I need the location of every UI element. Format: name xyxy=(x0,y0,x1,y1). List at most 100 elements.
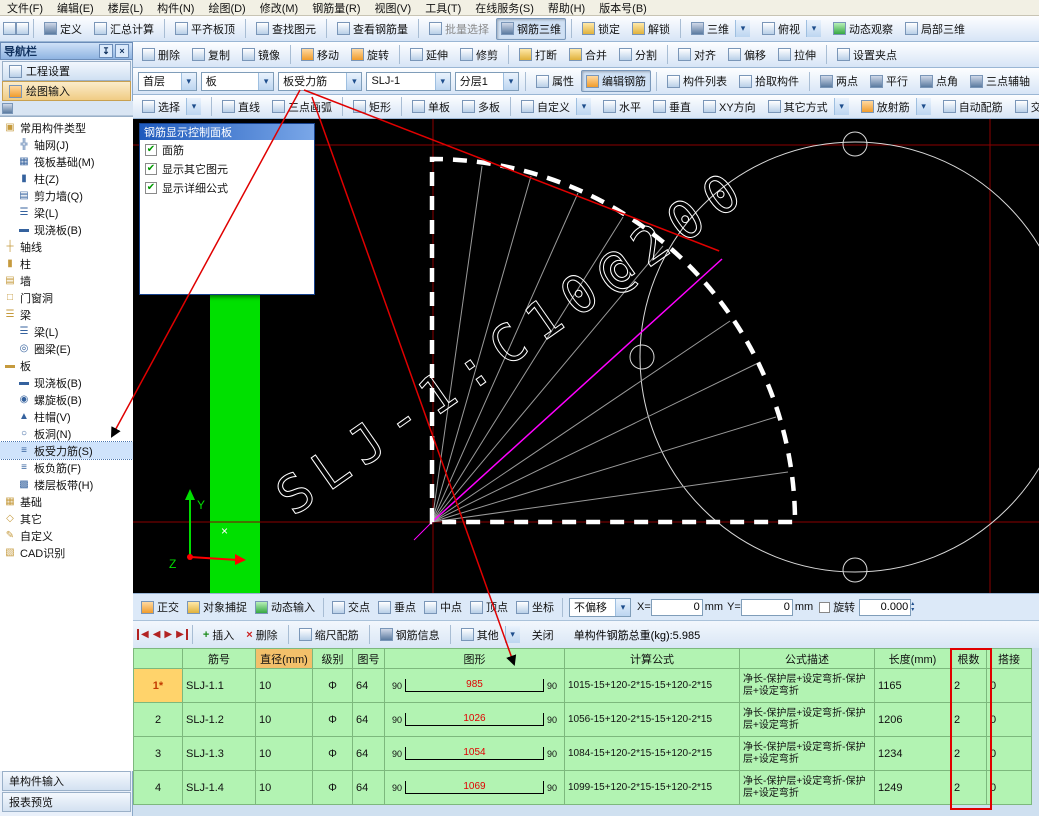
summary-calc-button[interactable]: 汇总计算 xyxy=(89,18,159,40)
rebar-id-cell[interactable]: SLJ-1.1 xyxy=(183,669,256,703)
rotate-input[interactable] xyxy=(859,599,911,616)
grade-cell[interactable]: Φ xyxy=(313,771,353,805)
shape-cell[interactable]: 90106990 xyxy=(385,771,565,805)
tree-item-other-group[interactable]: ◇其它 xyxy=(0,510,133,527)
checkbox-top-rebar[interactable]: ✔面筋 xyxy=(140,140,314,159)
rotate-checkbox[interactable] xyxy=(819,602,830,613)
menu-help[interactable]: 帮助(H) xyxy=(541,0,592,17)
vertical-button[interactable]: 垂直 xyxy=(648,96,696,118)
auto-rebar-button[interactable]: 自动配筋 xyxy=(938,96,1008,118)
shape-cell[interactable]: 9098590 xyxy=(385,669,565,703)
grade-cell[interactable]: Φ xyxy=(313,737,353,771)
tab-project-settings[interactable]: 工程设置 xyxy=(2,61,131,81)
rebar-id-cell[interactable]: SLJ-1.2 xyxy=(183,703,256,737)
find-element-button[interactable]: 查找图元 xyxy=(251,18,321,40)
tree-item-slab-hole[interactable]: ○板洞(N) xyxy=(0,425,133,442)
delete-button[interactable]: 删除 xyxy=(137,44,185,66)
tree-item-custom-group[interactable]: ✎自定义 xyxy=(0,527,133,544)
splice-cell[interactable]: 0 xyxy=(987,703,1032,737)
menu-floor[interactable]: 楼层(L) xyxy=(101,0,150,17)
three-point-aux-button[interactable]: 三点辅轴 xyxy=(965,70,1035,92)
extend-button[interactable]: 延伸 xyxy=(405,44,453,66)
menu-online-service[interactable]: 在线服务(S) xyxy=(468,0,541,17)
menu-draw[interactable]: 绘图(D) xyxy=(201,0,252,17)
formula-desc-cell[interactable]: 净长-保护层+设定弯折-保护层+设定弯折 xyxy=(740,703,875,737)
tree-item-beam-l[interactable]: ☰梁(L) xyxy=(0,323,133,340)
lock-button[interactable]: 锁定 xyxy=(577,18,625,40)
parallel-button[interactable]: 平行 xyxy=(865,70,913,92)
tree-item-column-group[interactable]: ▮柱 xyxy=(0,255,133,272)
tree-item-slab-negative-rebar[interactable]: ≡板负筋(F) xyxy=(0,459,133,476)
formula-cell[interactable]: 1099-15+120-2*15-15+120-2*15 xyxy=(565,771,740,805)
tree-item-floor-slab-strip[interactable]: ▩楼层板带(H) xyxy=(0,476,133,493)
first-row-button[interactable]: ◀ xyxy=(137,629,151,640)
delete-row-button[interactable]: ×删除 xyxy=(241,624,282,646)
tree-item-column-cap[interactable]: ▲柱帽(V) xyxy=(0,408,133,425)
point-angle-button[interactable]: 点角 xyxy=(915,70,963,92)
length-cell[interactable]: 1249 xyxy=(875,771,951,805)
break-button[interactable]: 打断 xyxy=(514,44,562,66)
dynamic-input-toggle[interactable]: 动态输入 xyxy=(252,597,318,617)
save-icon[interactable] xyxy=(16,22,29,35)
trim-button[interactable]: 修剪 xyxy=(455,44,503,66)
orbit-button[interactable]: 动态观察 xyxy=(828,18,898,40)
splice-cell[interactable]: 0 xyxy=(987,669,1032,703)
rotate-button[interactable]: 旋转 xyxy=(346,44,394,66)
tree-item-wall-group[interactable]: ▤墙 xyxy=(0,272,133,289)
tree-item-ring-beam[interactable]: ◎圈梁(E) xyxy=(0,340,133,357)
element-list-button[interactable]: 构件列表 xyxy=(662,70,732,92)
row-selector[interactable]: 4 xyxy=(134,771,183,805)
stretch-button[interactable]: 拉伸 xyxy=(773,44,821,66)
tree-item-shear-wall[interactable]: ▤剪力墙(Q) xyxy=(0,187,133,204)
tree-item-beam[interactable]: ☰梁(L) xyxy=(0,204,133,221)
align-button[interactable]: 对齐 xyxy=(673,44,721,66)
formula-desc-cell[interactable]: 净长-保护层+设定弯折-保护层+设定弯折 xyxy=(740,669,875,703)
radial-rebar-button[interactable]: 放射筋▾ xyxy=(856,95,936,118)
figure-no-cell[interactable]: 64 xyxy=(353,703,385,737)
split-button[interactable]: 分割 xyxy=(614,44,662,66)
offset-button[interactable]: 偏移 xyxy=(723,44,771,66)
splice-cell[interactable]: 0 xyxy=(987,737,1032,771)
menu-file[interactable]: 文件(F) xyxy=(0,0,50,17)
tree-mode-icon[interactable] xyxy=(2,103,13,114)
edit-rebar-button[interactable]: 编辑钢筋 xyxy=(581,70,651,92)
figure-no-cell[interactable]: 64 xyxy=(353,737,385,771)
xy-direction-button[interactable]: XY方向 xyxy=(698,96,761,118)
define-button[interactable]: 定义 xyxy=(39,18,87,40)
tree-item-raft-foundation[interactable]: ▦筏板基础(M) xyxy=(0,153,133,170)
grade-cell[interactable]: Φ xyxy=(313,669,353,703)
count-cell[interactable]: 2 xyxy=(951,703,987,737)
coordinate-button[interactable]: 坐标 xyxy=(513,597,557,617)
snap-midpoint-button[interactable]: 中点 xyxy=(421,597,465,617)
properties-button[interactable]: 属性 xyxy=(531,70,579,92)
length-cell[interactable]: 1206 xyxy=(875,703,951,737)
ortho-toggle[interactable]: 正交 xyxy=(138,597,182,617)
single-element-input-button[interactable]: 单构件输入 xyxy=(2,771,131,791)
shape-cell[interactable]: 90105490 xyxy=(385,737,565,771)
custom-button[interactable]: 自定义▾ xyxy=(516,95,596,118)
view-3d-button[interactable]: 三维▾ xyxy=(686,17,755,40)
formula-cell[interactable]: 1084-15+120-2*15-15+120-2*15 xyxy=(565,737,740,771)
single-slab-button[interactable]: 单板 xyxy=(407,96,455,118)
other-button[interactable]: 其他▾ xyxy=(456,623,525,646)
new-file-icon[interactable] xyxy=(3,22,16,35)
checkbox-show-other-elements[interactable]: ✔显示其它图元 xyxy=(140,159,314,178)
prev-row-button[interactable]: ◀ xyxy=(151,629,163,640)
rebar-display-panel-title[interactable]: 钢筋显示控制面板 xyxy=(140,124,314,140)
element-type-select[interactable]: 板受力筋▾ xyxy=(278,72,362,91)
element-name-select[interactable]: SLJ-1▾ xyxy=(366,72,450,91)
checkbox-show-detailed-formula[interactable]: ✔显示详细公式 xyxy=(140,178,314,197)
snap-intersection-button[interactable]: 交点 xyxy=(329,597,373,617)
category-select[interactable]: 板▾ xyxy=(201,72,274,91)
batch-select-button[interactable]: 批量选择 xyxy=(424,18,494,40)
rebar-info-button[interactable]: 钢筋信息 xyxy=(375,624,445,646)
formula-cell[interactable]: 1015-15+120-2*15-15+120-2*15 xyxy=(565,669,740,703)
offset-mode-select[interactable]: 不偏移▾ xyxy=(569,598,631,617)
rebar-3d-button[interactable]: 钢筋三维 xyxy=(496,18,566,40)
tree-item-cast-slab[interactable]: ▬现浇板(B) xyxy=(0,221,133,238)
tree-item-beam-group[interactable]: ☰梁 xyxy=(0,306,133,323)
mirror-button[interactable]: 镜像 xyxy=(237,44,285,66)
diameter-cell[interactable]: 10 xyxy=(256,771,313,805)
tree-item-cast-slab2[interactable]: ▬现浇板(B) xyxy=(0,374,133,391)
row-selector[interactable]: 3 xyxy=(134,737,183,771)
